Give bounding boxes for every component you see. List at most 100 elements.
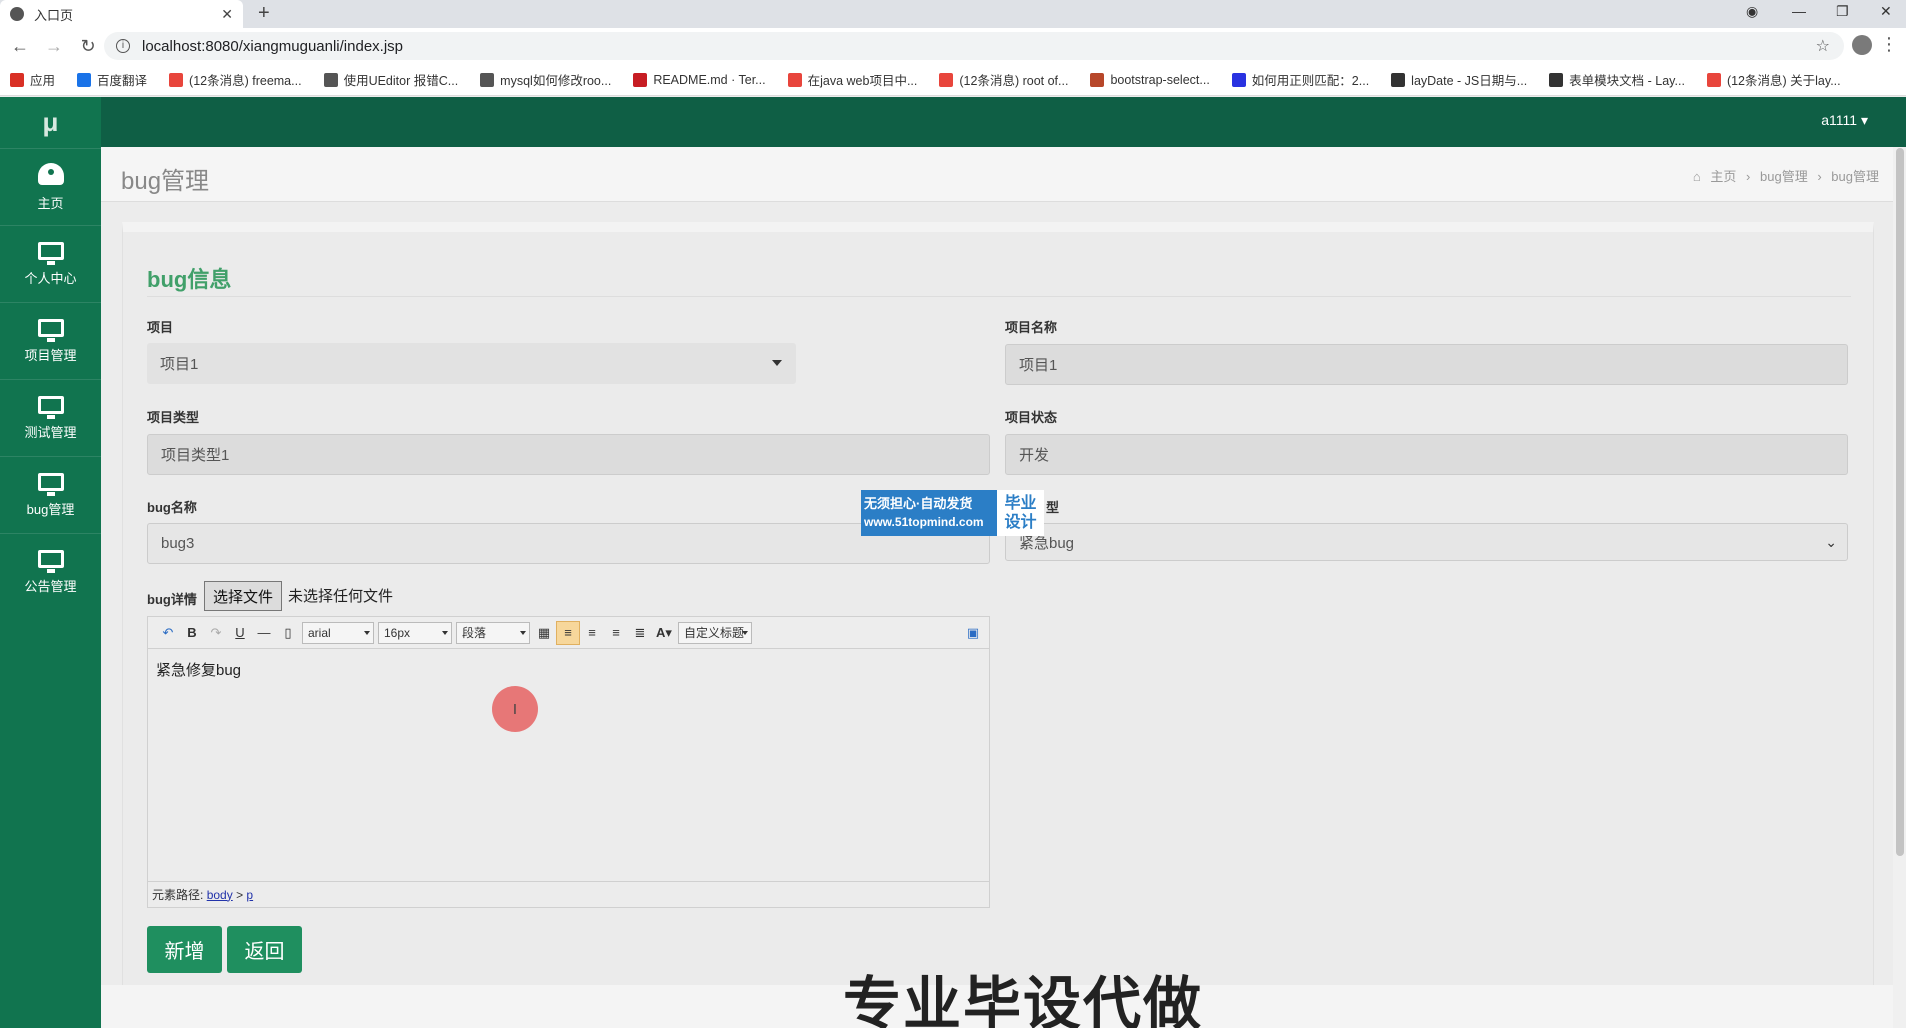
bookmark-item[interactable]: 使用UEditor 报错C... <box>323 70 458 89</box>
rich-text-editor: ↶ B ↷ U — ▯ arial 16px 段落 ▦ ≡ ≡ ≡ ≣ A▾ 自… <box>147 616 990 908</box>
sidebar-item[interactable]: 项目管理 <box>0 302 101 379</box>
editor-text: 紧急修复bug <box>156 662 242 679</box>
project-name-field[interactable]: 项目1 <box>1005 344 1848 385</box>
bookmark-icon <box>323 72 338 87</box>
user-menu[interactable]: a1111 ▾ <box>1821 112 1868 129</box>
reload-icon[interactable]: ↻ <box>74 36 102 57</box>
paragraph-select[interactable]: 段落 <box>456 621 530 644</box>
sidebar-item[interactable]: 测试管理 <box>0 379 101 456</box>
chevron-right-icon: › <box>1817 169 1822 184</box>
browser-tab[interactable]: 入口页 ✕ <box>0 0 243 28</box>
project-select[interactable]: 项目1 <box>147 343 796 384</box>
restore-button[interactable]: ❐ <box>1836 3 1849 20</box>
bookmark-icon <box>787 72 802 87</box>
minimize-button[interactable]: — <box>1792 3 1806 19</box>
bug-type-select[interactable]: 紧急bug ⌄ <box>1005 523 1848 561</box>
scrollbar-thumb[interactable] <box>1896 148 1904 856</box>
bookmark-icon <box>633 72 648 87</box>
redo-icon[interactable]: ↷ <box>204 621 228 645</box>
bug-name-label: bug名称 <box>147 500 197 515</box>
home-icon: ⌂ <box>1692 169 1701 184</box>
font-size-select[interactable]: 16px <box>378 621 452 644</box>
font-color-icon[interactable]: A▾ <box>652 621 676 645</box>
ad-line-2: www.51topmind.com <box>864 515 984 529</box>
bookmark-icon <box>1549 72 1564 87</box>
globe-icon <box>10 7 24 21</box>
new-tab-button[interactable]: + <box>258 2 270 25</box>
table-icon[interactable]: ▦ <box>532 621 556 645</box>
menu-icon[interactable]: ⋮ <box>1880 34 1898 55</box>
bookmark-label: 表单模块文档 - Lay... <box>1569 74 1685 88</box>
bookmark-item[interactable]: README.md · Ter... <box>633 72 766 87</box>
close-icon[interactable]: ✕ <box>221 6 233 23</box>
ad-banner[interactable]: 无须担心·自动发货 www.51topmind.com 毕业 设计 <box>861 490 1044 536</box>
bookmark-item[interactable]: 如何用正则匹配：2... <box>1231 70 1369 89</box>
sidebar-item[interactable]: 公告管理 <box>0 533 101 610</box>
sidebar-item[interactable]: 个人中心 <box>0 225 101 302</box>
sidebar-item[interactable]: bug管理 <box>0 456 101 533</box>
fullscreen-icon[interactable]: ▣ <box>961 621 985 645</box>
breadcrumb: ⌂ 主页 › bug管理 › bug管理 <box>1687 166 1879 185</box>
custom-title-select[interactable]: 自定义标题 <box>678 621 752 644</box>
forward-icon[interactable]: → <box>40 36 68 57</box>
sidebar-item-label: 公告管理 <box>24 578 77 594</box>
bookmark-label: (12条消息) root of... <box>959 74 1069 88</box>
sidebar-item[interactable]: 主页 <box>0 148 101 225</box>
bookmark-item[interactable]: mysql如何修改roo... <box>480 70 611 89</box>
project-type-field[interactable]: 项目类型1 <box>147 434 990 475</box>
horizontal-rule-icon[interactable]: — <box>252 621 276 645</box>
window-close-button[interactable]: ✕ <box>1880 3 1892 20</box>
sidebar-item-label: 个人中心 <box>24 270 77 286</box>
editor-content[interactable]: 紧急修复bug <box>148 649 989 879</box>
font-family-select[interactable]: arial <box>302 621 374 644</box>
breadcrumb-bug[interactable]: bug管理 <box>1760 169 1808 184</box>
bookmark-item[interactable]: 表单模块文档 - Lay... <box>1549 70 1685 89</box>
bookmark-label: 百度翻译 <box>97 74 148 88</box>
monitor-icon <box>37 549 64 573</box>
bookmark-item[interactable]: 应用 <box>10 70 55 89</box>
align-justify-icon[interactable]: ≣ <box>628 621 652 645</box>
add-button[interactable]: 新增 <box>147 926 222 973</box>
back-button[interactable]: 返回 <box>227 926 302 973</box>
font-size-value: 16px <box>384 625 411 640</box>
path-p-link[interactable]: p <box>246 888 253 902</box>
bookmark-icon <box>939 72 954 87</box>
bookmark-item[interactable]: (12条消息) freema... <box>169 70 302 89</box>
bookmark-item[interactable]: (12条消息) 关于lay... <box>1706 70 1841 89</box>
bold-icon[interactable]: B <box>180 621 204 645</box>
app-logo[interactable]: μ <box>0 97 101 148</box>
profile-dropdown-icon[interactable]: ◉ <box>1746 3 1758 20</box>
watermark-text: 专业毕设代做 <box>843 972 1204 1028</box>
path-body-link[interactable]: body <box>207 888 233 902</box>
chevron-right-icon: › <box>1746 169 1751 184</box>
align-left-icon[interactable]: ≡ <box>556 620 580 645</box>
url-input[interactable]: i localhost:8080/xiangmuguanli/index.jsp… <box>104 32 1844 60</box>
url-text: localhost:8080/xiangmuguanli/index.jsp <box>142 37 404 55</box>
info-icon[interactable]: i <box>116 39 130 53</box>
choose-file-button[interactable]: 选择文件 <box>204 581 283 611</box>
account-icon[interactable] <box>1852 35 1872 55</box>
star-icon[interactable]: ☆ <box>1816 36 1830 56</box>
align-right-icon[interactable]: ≡ <box>580 621 604 645</box>
caret-down-icon <box>772 360 782 366</box>
page-icon[interactable]: ▯ <box>276 621 300 645</box>
bug-detail-label: bug详情 <box>147 592 197 607</box>
bookmark-item[interactable]: (12条消息) root of... <box>939 70 1068 89</box>
breadcrumb-home[interactable]: 主页 <box>1710 169 1736 184</box>
align-center-icon[interactable]: ≡ <box>604 621 628 645</box>
bookmark-item[interactable]: 在java web项目中... <box>787 70 917 89</box>
bookmark-item[interactable]: layDate - JS日期与... <box>1391 70 1527 89</box>
project-type-label: 项目类型 <box>147 410 200 425</box>
project-status-field[interactable]: 开发 <box>1005 434 1848 475</box>
bug-type-label: 型 <box>1046 500 1060 515</box>
project-label: 项目 <box>147 320 174 335</box>
bookmark-item[interactable]: bootstrap-select... <box>1090 72 1210 87</box>
undo-icon[interactable]: ↶ <box>156 621 180 645</box>
back-icon[interactable]: ← <box>6 36 34 57</box>
project-name-label: 项目名称 <box>1005 320 1058 335</box>
underline-icon[interactable]: U <box>228 621 252 645</box>
bookmark-label: (12条消息) freema... <box>189 74 302 88</box>
dropdown-icon <box>442 630 448 635</box>
bookmarks-bar: 应用 百度翻译 (12条消息) freema... 使用UEditor 报错C... m… <box>0 64 1906 96</box>
bookmark-item[interactable]: 百度翻译 <box>77 70 147 89</box>
